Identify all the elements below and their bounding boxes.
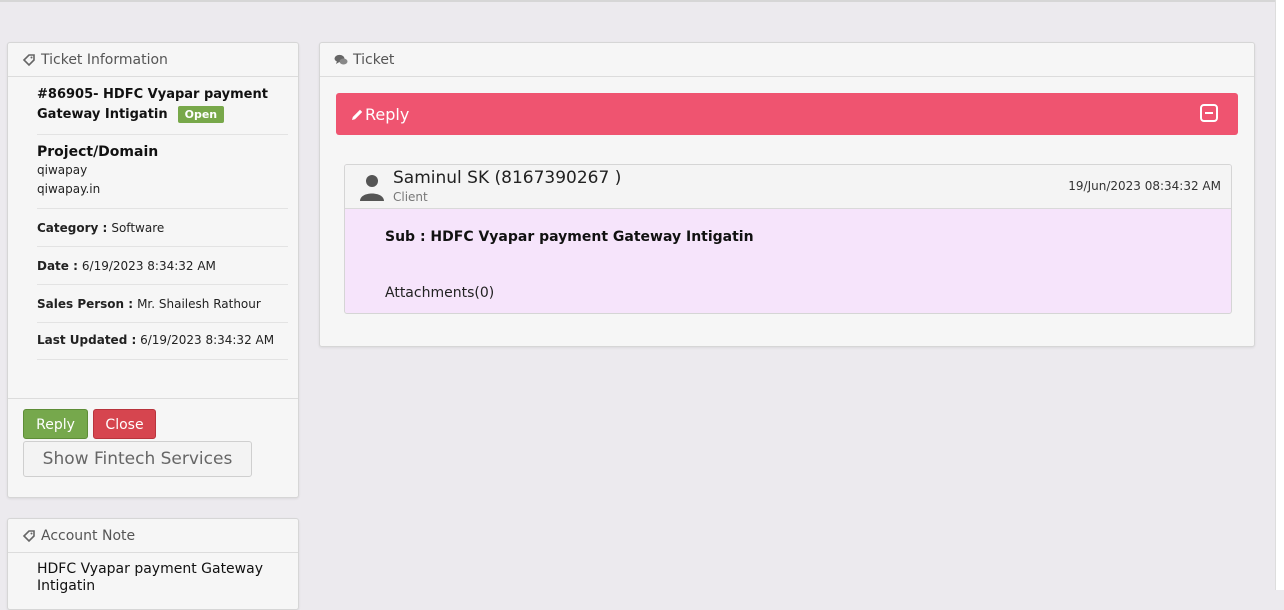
date-row: Date : 6/19/2023 8:34:32 AM — [37, 247, 288, 285]
ticket-information-header: Ticket Information — [8, 43, 298, 77]
project-domain-value: qiwapay.in — [37, 182, 101, 196]
message-author: Saminul SK (8167390267 ) — [393, 168, 622, 188]
reply-bar-label: Reply — [365, 104, 410, 124]
status-badge: Open — [177, 106, 225, 123]
user-icon — [359, 173, 385, 201]
message-header: Saminul SK (8167390267 ) Client 19/Jun/2… — [345, 165, 1231, 209]
ticket-title: #86905- HDFC Vyapar payment Gateway Inti… — [37, 77, 288, 135]
ticket-header: Ticket — [320, 43, 1254, 77]
project-name: qiwapay — [37, 163, 88, 177]
divider — [8, 398, 298, 399]
last-updated-value: 6/19/2023 8:34:32 AM — [140, 333, 275, 347]
show-fintech-services-button[interactable]: Show Fintech Services — [23, 441, 252, 477]
ticket-title-text: #86905- HDFC Vyapar payment Gateway Inti… — [37, 87, 268, 122]
message-subject: Sub : HDFC Vyapar payment Gateway Intiga… — [385, 229, 754, 245]
last-updated-label: Last Updated : — [37, 333, 137, 347]
panel-title: Account Note — [41, 527, 136, 544]
message-card: Saminul SK (8167390267 ) Client 19/Jun/2… — [344, 164, 1232, 314]
sales-person-row: Sales Person : Mr. Shailesh Rathour — [37, 285, 288, 323]
date-label: Date : — [37, 258, 78, 273]
comments-icon — [334, 53, 348, 67]
message-role: Client — [393, 190, 428, 204]
reply-bar[interactable]: Reply — [336, 93, 1238, 135]
reply-button[interactable]: Reply — [23, 409, 88, 439]
sales-person-label: Sales Person : — [37, 296, 134, 311]
account-note-panel: Account Note HDFC Vyapar payment Gateway… — [7, 518, 299, 610]
close-button[interactable]: Close — [93, 409, 156, 439]
panel-title: Ticket — [353, 51, 395, 68]
message-attachments[interactable]: Attachments(0) — [385, 285, 494, 301]
top-border — [0, 0, 1284, 2]
category-label: Category : — [37, 220, 108, 235]
project-domain: Project/Domain qiwapay qiwapay.in — [37, 135, 288, 209]
project-label: Project/Domain — [37, 144, 159, 160]
date-value: 6/19/2023 8:34:32 AM — [81, 258, 216, 273]
category-value: Software — [111, 220, 165, 235]
scrollbar[interactable] — [1275, 0, 1284, 590]
ticket-information-panel: Ticket Information #86905- HDFC Vyapar p… — [7, 42, 299, 498]
category-row: Category : Software — [37, 209, 288, 247]
pencil-icon — [350, 107, 364, 121]
message-date: 19/Jun/2023 08:34:32 AM — [1068, 179, 1221, 193]
account-note-text: HDFC Vyapar payment Gateway Intigatin — [37, 561, 263, 594]
panel-title: Ticket Information — [41, 51, 168, 68]
last-updated-row: Last Updated : 6/19/2023 8:34:32 AM — [37, 323, 288, 360]
tag-icon — [22, 53, 36, 67]
minus-square-icon[interactable] — [1200, 104, 1218, 122]
sales-person-value: Mr. Shailesh Rathour — [137, 296, 261, 311]
account-note-header: Account Note — [8, 519, 298, 553]
tag-icon — [22, 529, 36, 543]
ticket-panel: Ticket Reply Saminul SK (8167390267 ) Cl… — [319, 42, 1255, 347]
